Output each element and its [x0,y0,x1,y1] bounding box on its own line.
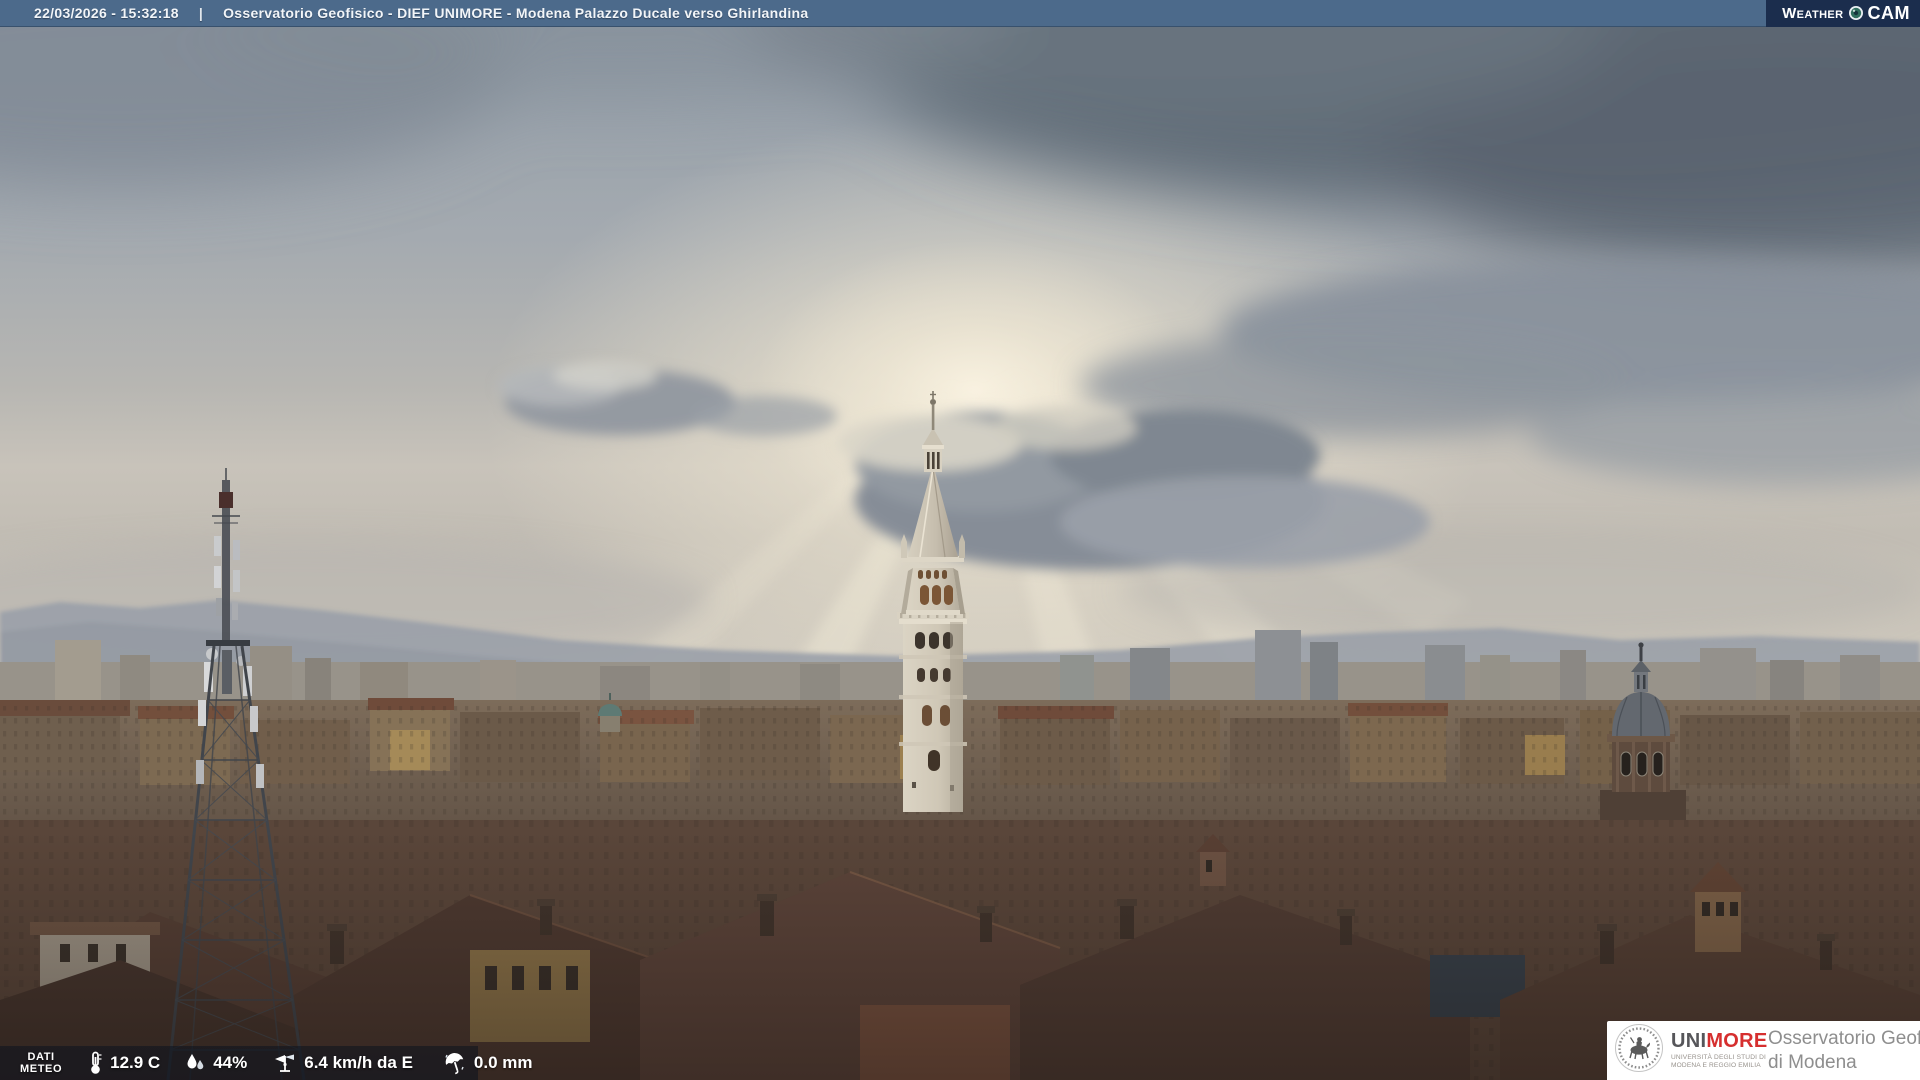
rain-umbrella-icon [443,1051,467,1075]
webcam-photo [0,0,1920,1080]
rain-reading: 0.0 mm [443,1051,533,1075]
page-title: Osservatorio Geofisico - DIEF UNIMORE - … [223,5,809,21]
unimore-wordmark-uni: UNI [1671,1030,1707,1052]
wind-value: 6.4 km/h da E [304,1053,413,1072]
header-separator: | [198,5,204,21]
weather-data-label: DATI METEO [20,1051,63,1075]
unimore-brand-box: UNIMORE UNIVERSITÀ DEGLI STUDI DI MODENA… [1607,1021,1920,1080]
humidity-value: 44% [213,1053,248,1072]
camera-lens-icon [1848,5,1864,21]
unimore-wordmark: UNIMORE UNIVERSITÀ DEGLI STUDI DI MODENA… [1671,1030,1767,1070]
temperature-reading: 12.9 C [88,1051,160,1075]
rain-value: 0.0 mm [473,1053,533,1072]
weathercam-logo: Weather CAM [1766,0,1920,27]
wind-vane-icon [273,1051,297,1075]
unimore-seal-icon [1614,1023,1664,1078]
header-bar: 22/03/2026 - 15:32:18 | Osservatorio Geo… [0,0,1920,27]
webcam-page: 22/03/2026 - 15:32:18 | Osservatorio Geo… [0,0,1920,1080]
temperature-value: 12.9 C [110,1053,161,1072]
wind-reading: 6.4 km/h da E [273,1051,413,1075]
weathercam-logo-cam: CAM [1867,2,1910,23]
timestamp: 22/03/2026 - 15:32:18 [34,5,179,21]
weather-data-bar: DATI METEO 12.9 C 44% 6.4 km/h da E 0.0 … [0,1046,533,1080]
thermometer-icon [88,1051,103,1075]
unimore-wordmark-more: MORE [1706,1030,1768,1052]
observatory-name: Osservatorio Geofisico di Modena [1768,1027,1920,1073]
humidity-reading: 44% [184,1052,247,1074]
unimore-caption: UNIVERSITÀ DEGLI STUDI DI MODENA E REGGI… [1671,1054,1766,1069]
humidity-icon [184,1052,206,1074]
weathercam-logo-weather: Weather [1782,4,1844,22]
